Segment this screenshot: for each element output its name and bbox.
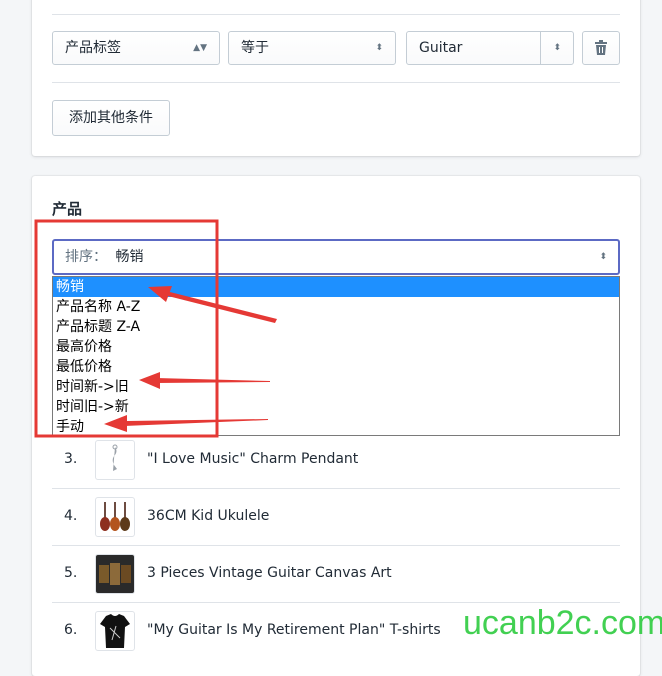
sort-option-title-za[interactable]: 产品标题 Z-A [53,317,619,337]
watermark: ucanb2c.com [463,604,662,642]
product-number: 6. [64,622,78,638]
chevron-updown-icon: ⬍ [375,43,383,53]
sort-option-name-az[interactable]: 产品名称 A-Z [53,297,619,317]
product-row[interactable]: 3. "I Love Music" Charm Pendant [52,431,620,489]
sort-option-oldest[interactable]: 时间旧->新 [53,397,619,417]
product-row[interactable]: 4. 36CM Kid Ukulele [52,488,620,546]
sort-prefix: 排序： [65,249,107,265]
conditions-card: 产品标签 ▲▼ 等于 ⬍ Guitar ⬍ 添加其他条件 [32,0,640,156]
sort-current-value: 畅销 [115,249,144,265]
sort-option-bestselling[interactable]: 畅销 [53,277,619,297]
condition-field-select[interactable]: 产品标签 ▲▼ [52,31,220,65]
pendant-thumbnail [95,440,135,480]
divider [52,82,620,83]
add-condition-label: 添加其他条件 [69,110,153,126]
condition-value-input[interactable]: Guitar ⬍ [406,31,574,65]
condition-field-value: 产品标签 [65,40,121,56]
condition-operator-select[interactable]: 等于 ⬍ [228,31,396,65]
product-number: 3. [64,451,78,467]
products-title: 产品 [52,200,83,218]
product-number: 4. [64,508,78,524]
sort-select[interactable]: 排序： 畅销 ⬍ [52,239,620,275]
divider [540,32,541,64]
chevron-updown-icon: ▲▼ [193,43,207,53]
sort-dropdown-list: 畅销 产品名称 A-Z 产品标题 Z-A 最高价格 最低价格 时间新->旧 时间… [52,276,620,436]
product-name: "My Guitar Is My Retirement Plan" T-shir… [147,622,441,638]
sort-option-price-high[interactable]: 最高价格 [53,337,619,357]
product-name: "I Love Music" Charm Pendant [147,451,359,467]
add-condition-button[interactable]: 添加其他条件 [52,100,170,136]
product-number: 5. [64,565,78,581]
sort-option-price-low[interactable]: 最低价格 [53,357,619,377]
product-name: 3 Pieces Vintage Guitar Canvas Art [147,565,392,581]
product-name: 36CM Kid Ukulele [147,508,270,524]
sort-option-newest[interactable]: 时间新->旧 [53,377,619,397]
divider [52,14,620,15]
chevron-updown-icon: ⬍ [599,252,607,262]
product-row[interactable]: 5. 3 Pieces Vintage Guitar Canvas Art [52,545,620,603]
tshirt-thumbnail [95,611,135,651]
delete-condition-button[interactable] [582,31,620,65]
condition-operator-value: 等于 [241,40,269,56]
trash-icon [595,40,607,55]
sort-option-manual[interactable]: 手动 [53,417,619,437]
canvas-art-thumbnail [95,554,135,594]
stepper-icon[interactable]: ⬍ [553,32,561,64]
condition-value-text: Guitar [419,40,463,56]
ukulele-thumbnail [95,497,135,537]
